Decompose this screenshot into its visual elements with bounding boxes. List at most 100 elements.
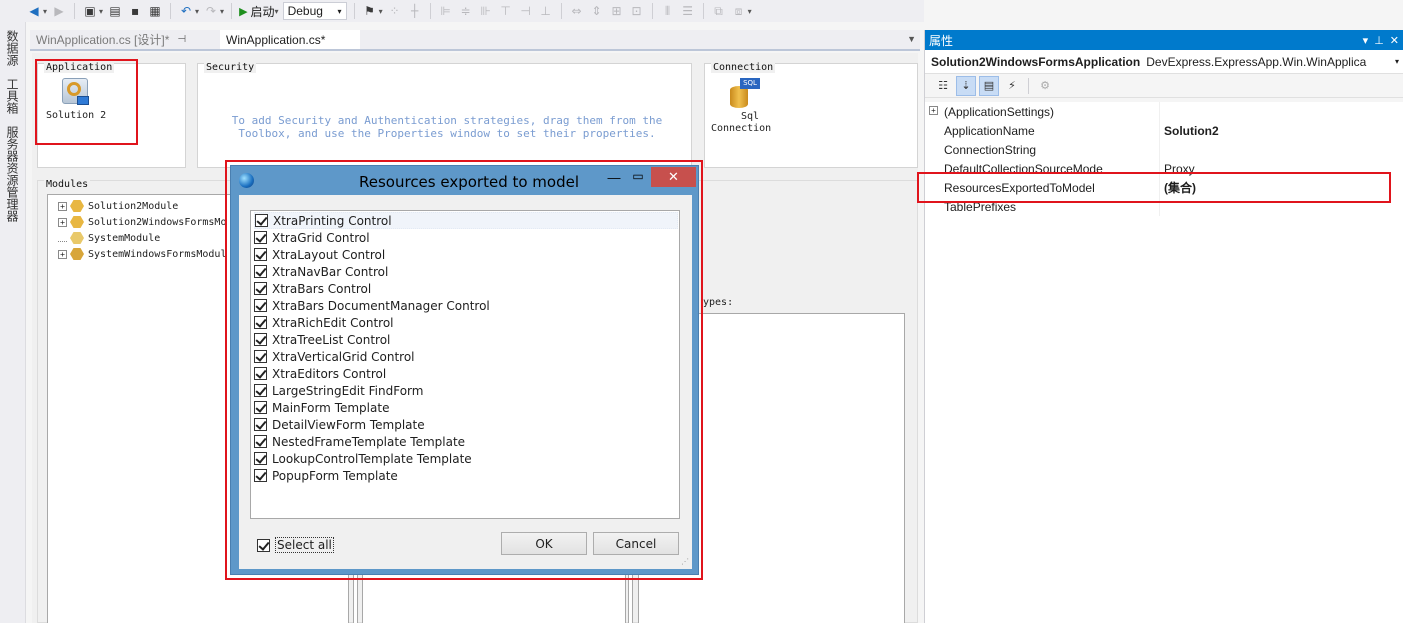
attach-dropdown-icon[interactable]: ▾ (379, 7, 383, 16)
back-dropdown-icon[interactable]: ▾ (43, 7, 47, 16)
properties-icon[interactable]: ▤ (979, 75, 999, 96)
toolbox-tab[interactable]: 工具箱 (5, 78, 21, 114)
new-dropdown-icon[interactable]: ▾ (99, 7, 103, 16)
property-row-applicationname[interactable]: ApplicationName Solution2 (925, 121, 1403, 140)
resource-item[interactable]: LookupControlTemplate Template (254, 450, 678, 467)
expand-icon[interactable]: + (58, 217, 67, 227)
close-icon[interactable]: ✕ (1390, 34, 1399, 47)
tree-item-solution2module[interactable]: + Solution2Module (58, 198, 178, 214)
resource-item[interactable]: XtraNavBar Control (254, 263, 678, 280)
properties-object-selector[interactable]: Solution2WindowsFormsApplication DevExpr… (925, 50, 1403, 74)
property-row-connectionstring[interactable]: ConnectionString (925, 140, 1403, 159)
layout-dropdown-icon[interactable]: ▾ (748, 7, 752, 16)
checkbox-checked[interactable] (254, 350, 267, 363)
undo-dropdown-icon[interactable]: ▾ (195, 7, 199, 16)
tab-overflow-icon[interactable]: ▼ (907, 34, 916, 44)
connection-item-line2[interactable]: Connection (711, 123, 771, 134)
checkbox-checked[interactable] (254, 333, 267, 346)
align-lefts-icon[interactable]: ⊫ (438, 3, 454, 19)
checkbox-checked[interactable] (257, 538, 270, 552)
align-to-grid-icon[interactable]: ┼ (407, 3, 423, 19)
back-icon[interactable]: ◀ (26, 3, 42, 19)
align-centers-icon[interactable]: ≑ (458, 3, 474, 19)
property-value[interactable]: Solution2 (1160, 124, 1219, 138)
vertical-spacing-icon[interactable]: ☰ (680, 3, 696, 19)
checkbox-checked[interactable] (254, 418, 267, 431)
make-same-width-icon[interactable]: ⇔ (569, 3, 585, 19)
redo-dropdown-icon[interactable]: ▾ (220, 7, 224, 16)
expand-icon[interactable]: + (58, 201, 67, 211)
checkbox-checked[interactable] (254, 367, 267, 380)
close-button[interactable]: ✕ (651, 167, 696, 187)
window-position-icon[interactable]: ▾ (1363, 34, 1369, 47)
cancel-button[interactable]: Cancel (593, 532, 679, 555)
make-same-size-icon[interactable]: ⊞ (609, 3, 625, 19)
minimize-icon[interactable]: — (604, 170, 624, 185)
make-same-height-icon[interactable]: ⇕ (589, 3, 605, 19)
undo-icon[interactable]: ↶ (178, 3, 194, 19)
checkbox-checked[interactable] (254, 265, 267, 278)
sql-database-icon[interactable]: SQL (728, 78, 760, 110)
expand-icon[interactable]: + (929, 106, 938, 115)
bring-to-front-icon[interactable]: ⧉ (711, 3, 727, 19)
checkbox-checked[interactable] (254, 452, 267, 465)
solution-config-select[interactable]: Debug ▾ (282, 2, 347, 20)
redo-icon[interactable]: ↷ (203, 3, 219, 19)
server-explorer-tab[interactable]: 服务器资源管理器 (5, 126, 21, 222)
resource-item[interactable]: XtraEditors Control (254, 365, 678, 382)
tab-winapplication-design[interactable]: WinApplication.cs [设计]* ⊣ (30, 30, 218, 49)
tree-item-systemwindowsformsmodule[interactable]: + SystemWindowsFormsModul (58, 246, 226, 262)
tree-item-solution2windowsformsmodule[interactable]: + Solution2WindowsFormsMo (58, 214, 226, 230)
checkbox-checked[interactable] (254, 282, 267, 295)
attach-process-icon[interactable]: ⚑ (362, 3, 378, 19)
resource-item[interactable]: NestedFrameTemplate Template (254, 433, 678, 450)
checkbox-checked[interactable] (254, 469, 267, 482)
checkbox-checked[interactable] (254, 401, 267, 414)
new-project-icon[interactable]: ▣ (82, 3, 98, 19)
send-to-back-icon[interactable]: ⧈ (731, 3, 747, 19)
forward-icon[interactable]: ▶ (51, 3, 67, 19)
grid-snap-icon[interactable]: ⁘ (387, 3, 403, 19)
events-icon[interactable]: ⚡ (1002, 76, 1022, 96)
property-row-applicationsettings[interactable]: + (ApplicationSettings) (925, 102, 1403, 121)
tab-winapplication-code[interactable]: WinApplication.cs* (220, 30, 360, 49)
pin-icon[interactable]: ⊥ (1374, 34, 1384, 47)
chevron-down-icon[interactable]: ▾ (1395, 57, 1399, 66)
select-all-checkbox[interactable]: Select all (257, 537, 334, 553)
resource-item[interactable]: LargeStringEdit FindForm (254, 382, 678, 399)
dialog-title-bar[interactable]: Resources exported to model — ▭ ✕ (231, 166, 698, 194)
resource-item[interactable]: XtraLayout Control (254, 246, 678, 263)
checkbox-checked[interactable] (254, 435, 267, 448)
resource-item[interactable]: XtraBars DocumentManager Control (254, 297, 678, 314)
save-all-icon[interactable]: ▦ (147, 3, 163, 19)
expand-icon[interactable]: + (58, 249, 67, 259)
start-debug-button[interactable]: ▶ 启动 ▾ (239, 3, 279, 20)
align-rights-icon[interactable]: ⊪ (478, 3, 494, 19)
resource-item[interactable]: PopupForm Template (254, 467, 678, 484)
resource-item[interactable]: XtraPrinting Control (254, 212, 678, 229)
align-middles-icon[interactable]: ⊣ (518, 3, 534, 19)
connection-item-line1[interactable]: Sql (741, 111, 759, 122)
resource-item[interactable]: XtraBars Control (254, 280, 678, 297)
maximize-icon[interactable]: ▭ (628, 169, 648, 183)
data-sources-tab[interactable]: 数据源 (5, 30, 21, 66)
resource-item[interactable]: MainForm Template (254, 399, 678, 416)
save-icon[interactable]: ▪ (127, 3, 143, 19)
categorized-icon[interactable]: ☷ (933, 76, 953, 96)
resize-grip-icon[interactable]: ⋰ (681, 557, 689, 566)
start-dropdown-icon[interactable]: ▾ (275, 7, 279, 16)
pin-icon[interactable]: ⊣ (177, 34, 186, 45)
alphabetical-icon[interactable]: ⇣ (956, 75, 976, 96)
ok-button[interactable]: OK (501, 532, 587, 555)
resources-checklist[interactable]: XtraPrinting Control XtraGrid Control Xt… (250, 210, 680, 519)
checkbox-checked[interactable] (254, 231, 267, 244)
open-file-icon[interactable]: ▤ (107, 3, 123, 19)
checkbox-checked[interactable] (254, 384, 267, 397)
checkbox-checked[interactable] (254, 316, 267, 329)
checkbox-checked[interactable] (254, 248, 267, 261)
resource-item[interactable]: XtraTreeList Control (254, 331, 678, 348)
resource-item[interactable]: XtraGrid Control (254, 229, 678, 246)
align-bottoms-icon[interactable]: ⊥ (538, 3, 554, 19)
horizontal-spacing-icon[interactable]: ⫴ (660, 3, 676, 19)
resource-item[interactable]: XtraVerticalGrid Control (254, 348, 678, 365)
